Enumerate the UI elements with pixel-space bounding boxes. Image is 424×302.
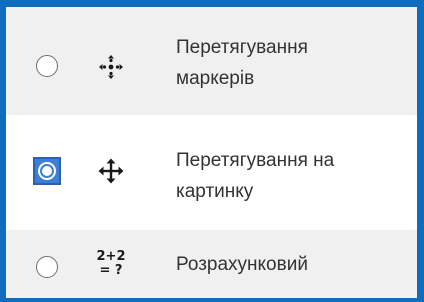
option-label: Перетягування на картинку (176, 145, 411, 207)
option-label-line1: Перетягування на (176, 150, 335, 171)
radio-calculated[interactable] (36, 256, 58, 278)
option-drag-onto-image[interactable]: Перетягування на картинку (6, 115, 417, 230)
option-label: Перетягування маркерів (176, 32, 411, 94)
option-drag-markers[interactable]: Перетягування маркерів (6, 7, 417, 115)
option-label-line2: картинку (176, 181, 254, 202)
option-label-line1: Розрахунковий (176, 254, 308, 275)
question-type-list: Перетягування маркерів Перетягування на … (6, 7, 417, 298)
option-label: Розрахунковий (176, 249, 411, 280)
radio-drag-markers[interactable] (36, 55, 58, 77)
move-arrows-icon (98, 158, 124, 184)
calculation-icon-bottom: = ? (99, 263, 123, 278)
focus-border-top (0, 0, 424, 7)
option-label-line2: маркерів (176, 68, 255, 89)
drag-markers-icon (98, 54, 124, 80)
option-label-line1: Перетягування (176, 37, 308, 58)
option-calculated[interactable]: 2+2 = ? Розрахунковий (6, 230, 417, 298)
radio-dot (42, 166, 52, 176)
calculation-icon: 2+2 = ? (95, 250, 127, 280)
radio-drag-onto-image-selected[interactable] (33, 157, 61, 185)
calculation-icon-top: 2+2 (96, 249, 126, 264)
focus-border-bottom (0, 298, 424, 302)
focus-border-right (417, 0, 424, 300)
